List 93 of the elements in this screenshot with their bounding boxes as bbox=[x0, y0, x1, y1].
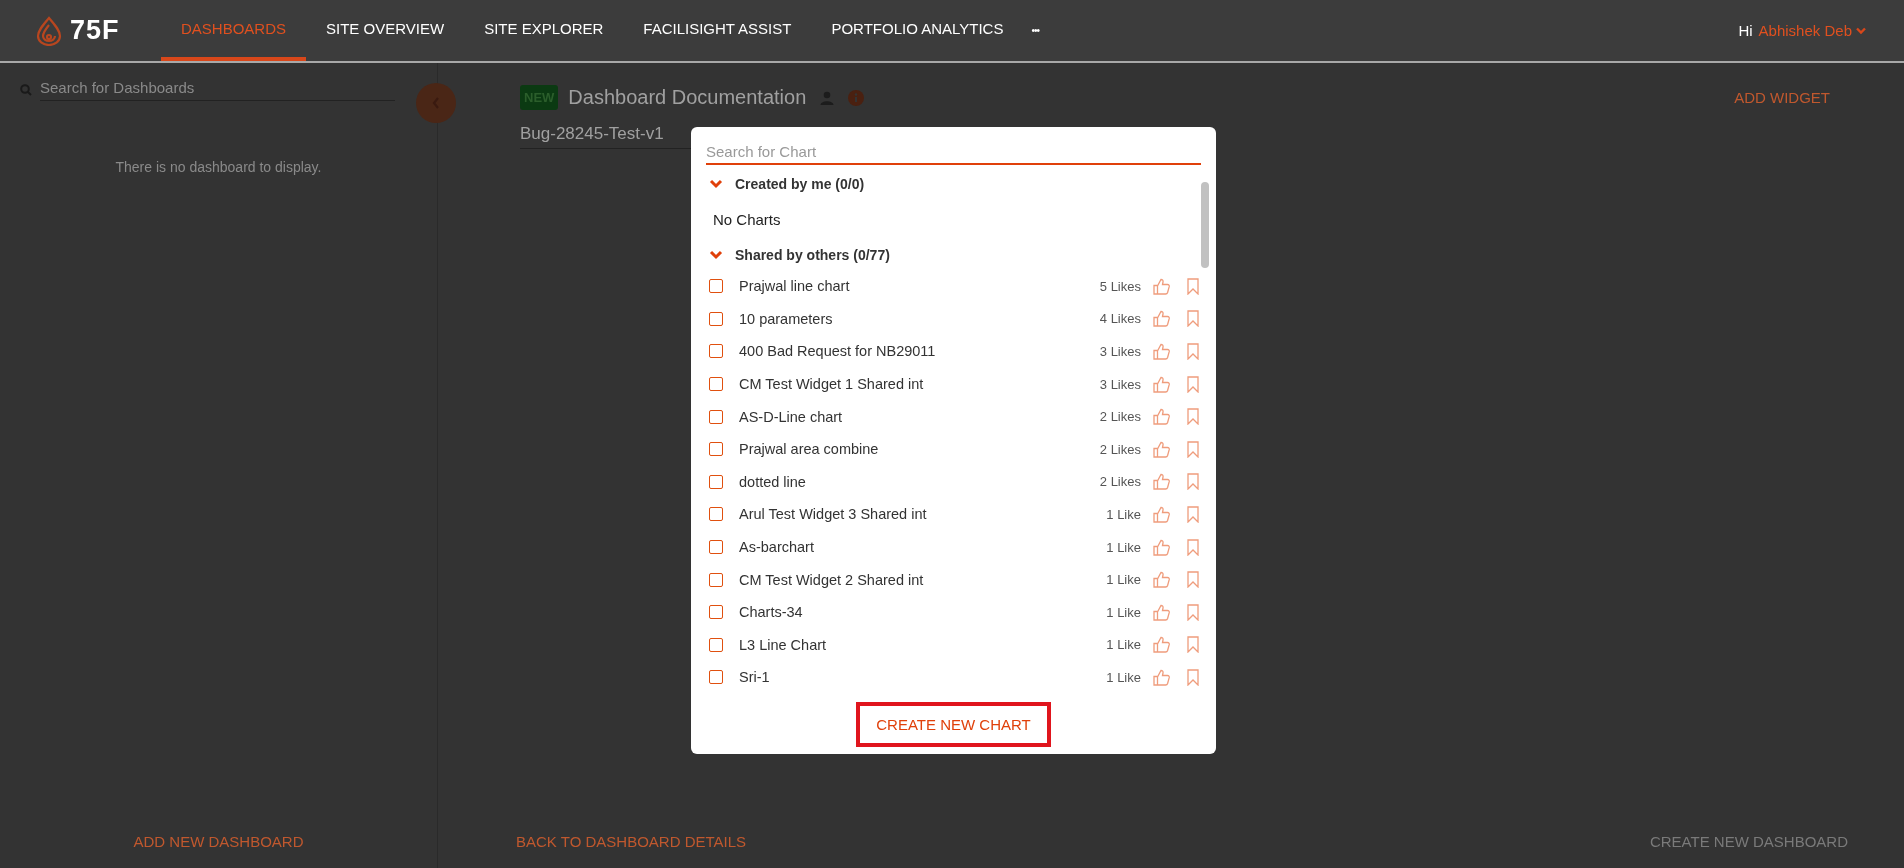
chart-name: AS-D-Line chart bbox=[739, 408, 844, 425]
chart-name: Prajwal area combine bbox=[739, 441, 880, 458]
chart-name: 400 Bad Request for NB29011 bbox=[739, 343, 937, 360]
like-count: 3 Likes bbox=[1098, 344, 1141, 359]
checkbox[interactable] bbox=[709, 377, 723, 392]
thumbs-up-icon[interactable] bbox=[1153, 603, 1170, 621]
section-header[interactable]: Shared by others (0/77) bbox=[709, 240, 1216, 270]
add-dashboard-button[interactable]: ADD NEW DASHBOARD bbox=[133, 833, 304, 850]
checkbox[interactable] bbox=[709, 507, 723, 522]
thumbs-up-icon[interactable] bbox=[1153, 408, 1170, 426]
logo-text: 75F bbox=[70, 15, 120, 46]
bookmark-icon[interactable] bbox=[1187, 473, 1199, 491]
thumbs-up-icon[interactable] bbox=[1153, 668, 1170, 686]
checkbox[interactable] bbox=[709, 540, 723, 555]
checkbox[interactable] bbox=[709, 279, 723, 294]
chart-name: Arul Test Widget 3 Shared int bbox=[739, 506, 928, 523]
like-count: 1 Like bbox=[1105, 669, 1141, 685]
chevron-down-icon bbox=[709, 179, 723, 189]
drop-logo-icon bbox=[36, 15, 62, 46]
checkbox[interactable] bbox=[709, 572, 723, 587]
thumbs-up-icon[interactable] bbox=[1153, 277, 1170, 295]
collapse-button[interactable] bbox=[416, 83, 456, 123]
checkbox[interactable] bbox=[709, 637, 723, 652]
checkbox[interactable] bbox=[709, 311, 723, 326]
thumbs-up-icon[interactable] bbox=[1153, 473, 1170, 491]
checkbox[interactable] bbox=[709, 409, 723, 424]
bookmark-icon[interactable] bbox=[1187, 375, 1199, 393]
bookmark-icon[interactable] bbox=[1187, 571, 1199, 589]
chart-name: 10 parameters bbox=[739, 310, 834, 327]
like-count: 1 Like bbox=[1105, 604, 1141, 620]
nav-tab[interactable]: SITE EXPLORER bbox=[464, 0, 624, 61]
checkbox[interactable] bbox=[709, 605, 723, 620]
checkbox[interactable] bbox=[709, 474, 723, 489]
bookmark-icon[interactable] bbox=[1187, 538, 1199, 556]
like-count: 2 Likes bbox=[1098, 474, 1141, 490]
info-icon bbox=[848, 89, 865, 106]
chart-name: dotted line bbox=[739, 473, 807, 490]
back-button[interactable]: BACK TO DASHBOARD DETAILS bbox=[516, 833, 747, 850]
like-count: 1 Like bbox=[1105, 572, 1141, 588]
chart-name: Charts-34 bbox=[739, 604, 804, 621]
bookmark-icon[interactable] bbox=[1187, 408, 1199, 426]
section-header[interactable]: Created by me (0/0) bbox=[709, 169, 1216, 199]
like-count: 1 Like bbox=[1105, 506, 1141, 522]
add-widget-button[interactable]: ADD WIDGET bbox=[1734, 89, 1830, 106]
thumbs-up-icon[interactable] bbox=[1153, 571, 1170, 589]
thumbs-up-icon[interactable] bbox=[1153, 538, 1170, 556]
dashboard-title: Dashboard Documentation bbox=[568, 86, 807, 109]
nav-tab[interactable]: DASHBOARDS bbox=[161, 0, 307, 61]
chart-name: CM Test Widget 2 Shared int bbox=[739, 571, 925, 588]
bookmark-icon[interactable] bbox=[1187, 343, 1199, 360]
search-field[interactable]: Search for Dashboards bbox=[40, 79, 395, 101]
chevron-down-icon bbox=[709, 250, 723, 260]
chart-name: L3 Line Chart bbox=[739, 636, 828, 653]
bookmark-icon[interactable] bbox=[1187, 668, 1199, 686]
thumbs-up-icon[interactable] bbox=[1153, 343, 1170, 360]
search-icon bbox=[20, 84, 32, 96]
empty-message: There is no dashboard to display. bbox=[114, 159, 323, 175]
checkbox[interactable] bbox=[709, 344, 723, 359]
like-count: 5 Likes bbox=[1098, 278, 1141, 294]
thumbs-up-icon[interactable] bbox=[1153, 440, 1170, 458]
thumbs-up-icon[interactable] bbox=[1153, 505, 1170, 523]
bookmark-icon[interactable] bbox=[1187, 505, 1199, 523]
bookmark-icon[interactable] bbox=[1187, 636, 1199, 654]
like-count: 1 Like bbox=[1105, 637, 1141, 653]
bookmark-icon[interactable] bbox=[1187, 603, 1199, 621]
like-count: 2 Likes bbox=[1098, 441, 1141, 457]
nav-tab[interactable]: PORTFOLIO ANALYTICS bbox=[811, 0, 1024, 61]
user-menu[interactable]: Abhishek Deb bbox=[1758, 22, 1866, 39]
nav-tab[interactable]: FACILISIGHT ASSIST bbox=[623, 0, 812, 61]
chart-name: Prajwal line chart bbox=[739, 278, 851, 295]
nav-tab[interactable]: SITE OVERVIEW bbox=[306, 0, 465, 61]
person-icon bbox=[820, 90, 835, 105]
greeting-text: Hi bbox=[1738, 22, 1753, 39]
like-count: 2 Likes bbox=[1098, 409, 1141, 425]
checkbox[interactable] bbox=[709, 442, 723, 457]
like-count: 3 Likes bbox=[1098, 376, 1141, 392]
chevron-down-icon bbox=[1856, 26, 1866, 35]
bookmark-icon[interactable] bbox=[1187, 440, 1199, 458]
create-chart-button[interactable]: CREATE NEW CHART bbox=[856, 702, 1051, 747]
scrollbar-thumb[interactable] bbox=[1201, 182, 1209, 268]
bookmark-icon[interactable] bbox=[1187, 277, 1199, 295]
thumbs-up-icon[interactable] bbox=[1153, 375, 1170, 393]
empty-message: No Charts bbox=[712, 210, 782, 230]
bookmark-icon[interactable] bbox=[1187, 310, 1199, 328]
checkbox[interactable] bbox=[709, 670, 723, 685]
thumbs-up-icon[interactable] bbox=[1153, 310, 1170, 328]
chart-name: Sri-1 bbox=[739, 669, 771, 686]
like-count: 1 Like bbox=[1105, 539, 1141, 555]
more-menu-button[interactable]: ••• bbox=[1023, 0, 1047, 61]
like-count: 4 Likes bbox=[1098, 311, 1141, 327]
chart-name: CM Test Widget 1 Shared int bbox=[739, 376, 925, 393]
thumbs-up-icon[interactable] bbox=[1153, 636, 1170, 654]
chart-name: As-barchart bbox=[739, 539, 815, 556]
